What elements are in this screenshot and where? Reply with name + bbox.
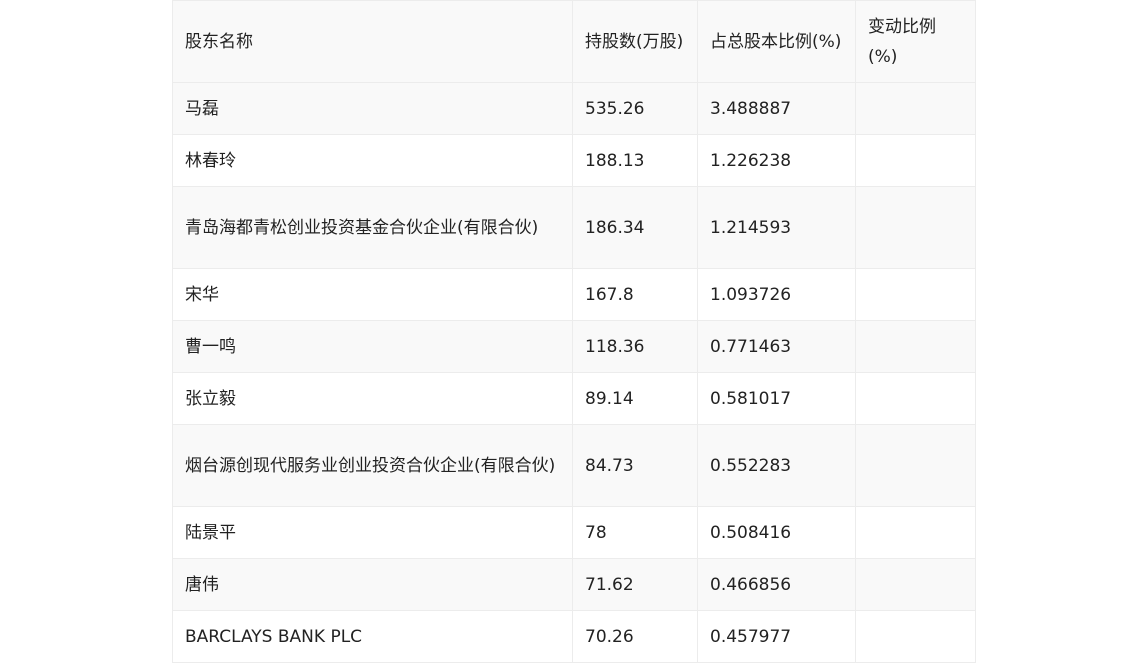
table-header-row: 股东名称 持股数(万股) 占总股本比例(%) 变动比例(%) — [172, 0, 976, 83]
cell-ratio: 0.466856 — [697, 558, 856, 611]
cell-shares: 167.8 — [572, 268, 698, 321]
cell-ratio: 0.771463 — [697, 320, 856, 373]
cell-change — [855, 82, 976, 135]
header-ratio: 占总股本比例(%) — [697, 0, 856, 83]
cell-name: 青岛海都青松创业投资基金合伙企业(有限合伙) — [172, 186, 573, 269]
table-row: 马磊 535.26 3.488887 — [172, 82, 976, 135]
shareholder-table: 股东名称 持股数(万股) 占总股本比例(%) 变动比例(%) 马磊 535.26… — [172, 0, 976, 663]
table-row: 林春玲 188.13 1.226238 — [172, 134, 976, 187]
cell-shares: 186.34 — [572, 186, 698, 269]
cell-shares: 78 — [572, 506, 698, 559]
cell-ratio: 1.226238 — [697, 134, 856, 187]
cell-shares: 71.62 — [572, 558, 698, 611]
cell-name: BARCLAYS BANK PLC — [172, 610, 573, 663]
cell-ratio: 1.214593 — [697, 186, 856, 269]
table-row: BARCLAYS BANK PLC 70.26 0.457977 — [172, 610, 976, 663]
cell-shares: 535.26 — [572, 82, 698, 135]
cell-change — [855, 506, 976, 559]
table-row: 陆景平 78 0.508416 — [172, 506, 976, 559]
cell-shares: 70.26 — [572, 610, 698, 663]
cell-name: 林春玲 — [172, 134, 573, 187]
header-change: 变动比例(%) — [855, 0, 976, 83]
cell-name: 陆景平 — [172, 506, 573, 559]
cell-ratio: 3.488887 — [697, 82, 856, 135]
cell-shares: 188.13 — [572, 134, 698, 187]
cell-change — [855, 610, 976, 663]
cell-ratio: 0.457977 — [697, 610, 856, 663]
table-row: 曹一鸣 118.36 0.771463 — [172, 320, 976, 373]
cell-change — [855, 424, 976, 507]
cell-name: 烟台源创现代服务业创业投资合伙企业(有限合伙) — [172, 424, 573, 507]
cell-name: 张立毅 — [172, 372, 573, 425]
table-row: 张立毅 89.14 0.581017 — [172, 372, 976, 425]
table-row: 青岛海都青松创业投资基金合伙企业(有限合伙) 186.34 1.214593 — [172, 186, 976, 269]
header-shareholder-name: 股东名称 — [172, 0, 573, 83]
cell-change — [855, 134, 976, 187]
header-shares: 持股数(万股) — [572, 0, 698, 83]
cell-name: 唐伟 — [172, 558, 573, 611]
cell-name: 马磊 — [172, 82, 573, 135]
cell-shares: 89.14 — [572, 372, 698, 425]
cell-shares: 118.36 — [572, 320, 698, 373]
cell-change — [855, 186, 976, 269]
cell-name: 宋华 — [172, 268, 573, 321]
cell-change — [855, 558, 976, 611]
table-row: 宋华 167.8 1.093726 — [172, 268, 976, 321]
cell-shares: 84.73 — [572, 424, 698, 507]
cell-ratio: 0.508416 — [697, 506, 856, 559]
shareholder-table-container: 股东名称 持股数(万股) 占总股本比例(%) 变动比例(%) 马磊 535.26… — [172, 0, 976, 663]
cell-name: 曹一鸣 — [172, 320, 573, 373]
cell-ratio: 1.093726 — [697, 268, 856, 321]
cell-ratio: 0.552283 — [697, 424, 856, 507]
cell-change — [855, 320, 976, 373]
cell-change — [855, 268, 976, 321]
table-row: 唐伟 71.62 0.466856 — [172, 558, 976, 611]
table-row: 烟台源创现代服务业创业投资合伙企业(有限合伙) 84.73 0.552283 — [172, 424, 976, 507]
cell-change — [855, 372, 976, 425]
cell-ratio: 0.581017 — [697, 372, 856, 425]
